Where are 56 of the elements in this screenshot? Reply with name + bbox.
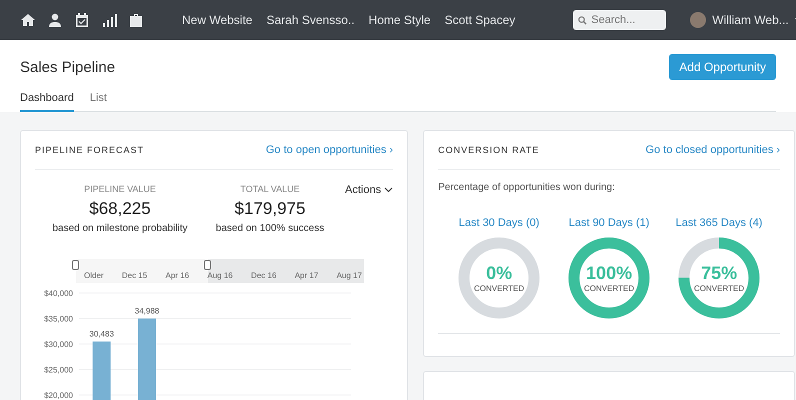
search-field[interactable]: Search... (573, 10, 666, 30)
stat-label: PIPELINE VALUE (84, 184, 156, 194)
nav-link[interactable]: New Website (182, 13, 252, 27)
add-opportunity-button[interactable]: Add Opportunity (669, 54, 776, 80)
donut-caption: CONVERTED (694, 284, 744, 293)
open-opportunities-link[interactable]: Go to open opportunities › (266, 144, 394, 156)
bar-value-label: 30,483 (89, 330, 114, 339)
tab[interactable]: List (90, 88, 107, 112)
range-label: Aug 16 (207, 271, 233, 280)
range-label: Dec 15 (122, 271, 148, 280)
home-icon[interactable] (20, 12, 36, 28)
range-label: Older (84, 271, 104, 280)
person-icon[interactable] (47, 12, 63, 28)
range-handle[interactable] (72, 260, 79, 270)
period-link[interactable]: Last 30 Days (0) (458, 217, 540, 229)
range-handle[interactable] (204, 260, 212, 270)
stat-value: $179,975 (234, 199, 306, 219)
avatar[interactable] (690, 12, 706, 28)
nav-link[interactable]: Home Style (368, 13, 431, 27)
range-label: Aug 17 (336, 271, 362, 280)
briefcase-icon[interactable] (128, 12, 144, 28)
stat-value: $68,225 (89, 199, 151, 219)
percent-value: 0% (486, 263, 512, 284)
axis-label: $35,000 (44, 314, 73, 324)
range-label: Apr 16 (166, 271, 190, 280)
bar-value-label: 34,988 (134, 306, 160, 316)
stat-label: TOTAL VALUE (240, 184, 300, 194)
chevron-down-icon[interactable] (384, 187, 394, 193)
donut-caption: CONVERTED (474, 284, 524, 293)
user-name[interactable]: William Web... (712, 13, 789, 27)
percent-value: 100% (586, 263, 632, 284)
closed-opportunities-link[interactable]: Go to closed opportunities › (646, 144, 780, 156)
signal-bars-icon[interactable] (101, 12, 117, 28)
range-label: Apr 17 (294, 271, 318, 280)
axis-label: $30,000 (44, 340, 73, 349)
range-label: Dec 16 (251, 271, 276, 280)
axis-label: $25,000 (44, 366, 73, 374)
stat-note: based on 100% success (216, 223, 324, 234)
period-link[interactable]: Last 90 Days (1) (568, 217, 650, 229)
nav-link[interactable]: Scott Spacey (444, 13, 516, 27)
search-input[interactable]: Search... (591, 14, 662, 26)
nav-link[interactable]: Sarah Svensso.. (266, 13, 355, 27)
percent-value: 75% (701, 263, 738, 284)
card-title: PIPELINE FORECAST (35, 145, 144, 155)
calendar-icon[interactable] (74, 12, 90, 28)
axis-label: $20,000 (44, 391, 73, 400)
tab[interactable]: Dashboard (20, 88, 74, 112)
period-link[interactable]: Last 365 Days (4) (676, 217, 762, 229)
axis-label: $40,000 (44, 289, 73, 298)
actions-dropdown[interactable]: Actions (345, 184, 394, 196)
page-title: Sales Pipeline (20, 58, 116, 76)
stat-note: based on milestone probability (52, 223, 188, 234)
search-icon (578, 16, 588, 24)
donut-caption: CONVERTED (584, 284, 634, 293)
card-title: CONVERSION RATE (438, 145, 540, 155)
card-subtitle: Percentage of opportunities won during: (438, 181, 616, 193)
